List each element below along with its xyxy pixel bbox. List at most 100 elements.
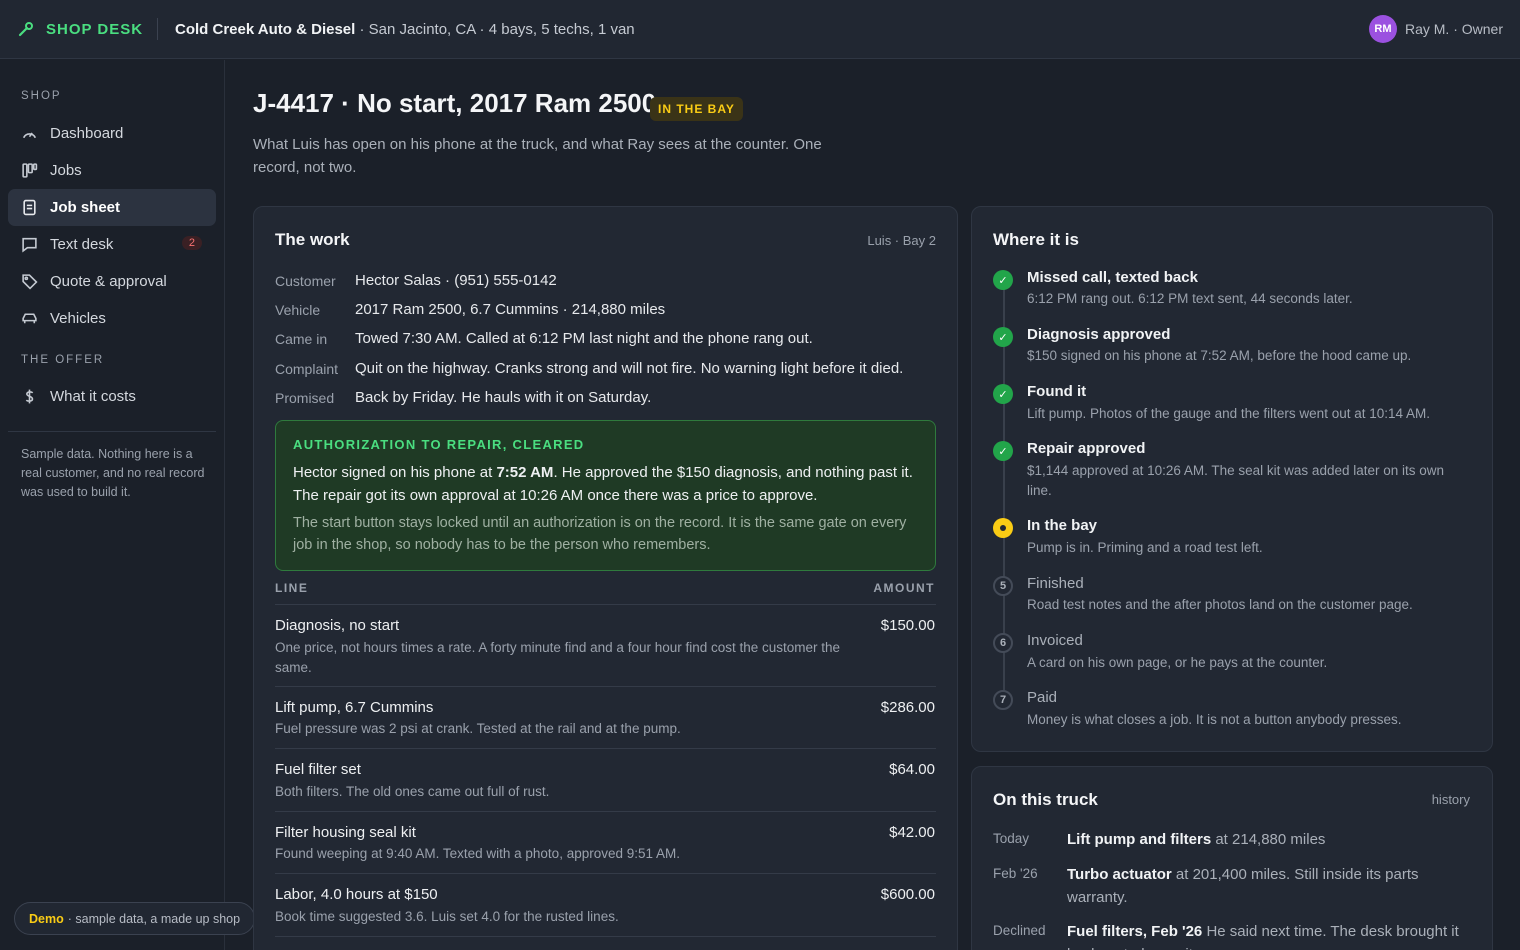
- field-label: Complaint: [275, 361, 339, 377]
- divider: [275, 811, 936, 812]
- authorization-heading: AUTHORIZATION TO REPAIR, CLEARED: [293, 437, 585, 452]
- unread-badge: 2: [181, 236, 202, 250]
- page-subtitle: What Luis has open on his phone at the t…: [253, 136, 822, 176]
- board-icon: [22, 163, 38, 178]
- step-number: 6: [993, 633, 1013, 653]
- step-title: In the bay: [1027, 517, 1098, 534]
- work-card: The work Luis · Bay 2 Customer Hector Sa…: [253, 206, 958, 950]
- line-amount: $150.00: [880, 617, 935, 634]
- sidebar-item-label: Vehicles: [50, 310, 106, 327]
- sidebar-item-label: Dashboard: [50, 125, 124, 142]
- sidebar-item-label: Quote & approval: [50, 273, 167, 290]
- divider: [275, 936, 936, 937]
- sidebar-item-dashboard[interactable]: Dashboard: [8, 115, 216, 152]
- sidebar-item-quote-approval[interactable]: Quote & approval: [8, 263, 216, 300]
- authorization-body: Hector signed on his phone at 7:52 AM. H…: [293, 461, 923, 507]
- shop-name: Cold Creek Auto & Diesel: [175, 20, 356, 38]
- step-description: Lift pump. Photos of the gauge and the f…: [1027, 406, 1431, 421]
- field-label: Promised: [275, 390, 335, 406]
- complaint-value: Quit on the highway. Cranks strong and w…: [355, 360, 904, 377]
- step-description: $150 signed on his phone at 7:52 AM, bef…: [1027, 348, 1412, 363]
- dollar-icon: [25, 389, 34, 404]
- sidebar-item-what-it-costs[interactable]: What it costs: [8, 378, 216, 415]
- history-link[interactable]: history: [1432, 792, 1470, 807]
- step-title: Found it: [1027, 383, 1087, 400]
- step-number: 5: [993, 576, 1013, 596]
- user-menu[interactable]: RM Ray M. · Owner: [1368, 15, 1503, 43]
- shop-info: Cold Creek Auto & Diesel · San Jacinto, …: [158, 21, 635, 38]
- check-icon: ✓: [993, 384, 1013, 404]
- line-name: Lift pump, 6.7 Cummins: [275, 699, 434, 716]
- history-item: Fuel filters, Feb '26: [1067, 923, 1203, 940]
- history-when: Today: [993, 831, 1030, 846]
- sidebar-item-jobs[interactable]: Jobs: [8, 152, 216, 189]
- top-bar: SHOP DESK Cold Creek Auto & Diesel · San…: [0, 0, 1520, 59]
- status-timeline-card: Where it is ✓ Missed call, texted back 6…: [971, 206, 1493, 752]
- line-name: Diagnosis, no start: [275, 617, 400, 634]
- divider: [8, 431, 216, 432]
- shop-details: · San Jacinto, CA · 4 bays, 5 techs, 1 v…: [355, 20, 635, 38]
- avatar: RM: [1368, 15, 1397, 43]
- customer-value[interactable]: Hector Salas · (951) 555-0142: [355, 272, 557, 289]
- line-description: One price, not hours times a rate. A for…: [275, 640, 841, 675]
- line-description: Book time suggested 3.6. Luis set 4.0 fo…: [275, 909, 619, 924]
- card-title: On this truck: [993, 790, 1098, 809]
- car-icon: [22, 313, 37, 324]
- column-header-amount: AMOUNT: [873, 581, 935, 595]
- authorization-note: The start button stays locked until an a…: [293, 515, 907, 553]
- history-when: Feb '26: [993, 866, 1038, 881]
- brand[interactable]: SHOP DESK: [0, 0, 157, 59]
- history-text: Turbo actuator at 201,400 miles. Still i…: [1067, 863, 1472, 909]
- sidebar-item-label: Job sheet: [50, 199, 121, 216]
- step-description: A card on his own page, or he pays at th…: [1027, 655, 1328, 670]
- column-header-line: LINE: [275, 581, 309, 595]
- assigned-tech: Luis · Bay 2: [867, 233, 936, 248]
- user-label: Ray M. · Owner: [1404, 21, 1503, 37]
- line-name: Labor, 4.0 hours at $150: [275, 886, 438, 903]
- history-detail: at 214,880 miles: [1211, 831, 1326, 848]
- divider: [275, 604, 936, 605]
- field-label: Customer: [275, 273, 336, 289]
- history-when: Declined: [993, 923, 1046, 938]
- gauge-icon: [22, 132, 37, 139]
- line-amount: $42.00: [889, 824, 935, 841]
- current-step-icon: [993, 518, 1013, 538]
- status-badge: IN THE BAY: [650, 97, 743, 121]
- step-title: Invoiced: [1027, 632, 1083, 649]
- wrench-icon: [18, 22, 33, 37]
- history-item: Turbo actuator: [1067, 866, 1172, 883]
- promised-value: Back by Friday. He hauls with it on Satu…: [355, 389, 652, 406]
- step-description: Pump is in. Priming and a road test left…: [1027, 540, 1263, 555]
- brand-name: SHOP DESK: [46, 20, 144, 38]
- line-amount: $286.00: [880, 699, 935, 716]
- sample-data-note: Sample data. Nothing here is a real cust…: [21, 447, 205, 499]
- history-text: Fuel filters, Feb '26 He said next time.…: [1067, 920, 1472, 950]
- step-title: Repair approved: [1027, 440, 1146, 457]
- truck-history-card: On this truck history Today Lift pump an…: [971, 766, 1493, 950]
- sidebar-item-job-sheet[interactable]: Job sheet: [8, 189, 216, 226]
- check-icon: ✓: [993, 270, 1013, 290]
- step-title: Missed call, texted back: [1027, 269, 1198, 286]
- document-icon: [23, 199, 36, 216]
- sidebar-item-label: What it costs: [50, 388, 136, 405]
- page-title: J-4417 · No start, 2017 Ram 2500: [253, 88, 657, 118]
- demo-label: Demo: [29, 911, 64, 926]
- sidebar-item-text-desk[interactable]: Text desk 2: [8, 226, 216, 263]
- divider: [275, 748, 936, 749]
- step-title: Diagnosis approved: [1027, 326, 1171, 343]
- sidebar: SHOP Dashboard Jobs Job sheet Text desk …: [0, 60, 225, 950]
- step-description: $1,144 approved at 10:26 AM. The seal ki…: [1027, 463, 1445, 498]
- line-description: Fuel pressure was 2 psi at crank. Tested…: [275, 721, 681, 736]
- line-amount: $64.00: [889, 761, 935, 778]
- step-number: 7: [993, 690, 1013, 710]
- sidebar-section-offer: THE OFFER: [21, 354, 105, 366]
- tag-icon: [22, 274, 38, 290]
- sidebar-item-vehicles[interactable]: Vehicles: [8, 300, 216, 337]
- sidebar-item-label: Jobs: [50, 162, 82, 179]
- demo-text: · sample data, a made up shop: [67, 911, 241, 926]
- line-description: Both filters. The old ones came out full…: [275, 784, 550, 799]
- field-label: Came in: [275, 331, 328, 347]
- history-item: Lift pump and filters: [1067, 831, 1212, 848]
- sidebar-section-shop: SHOP: [21, 90, 62, 102]
- demo-pill[interactable]: Demo · sample data, a made up shop: [14, 902, 256, 935]
